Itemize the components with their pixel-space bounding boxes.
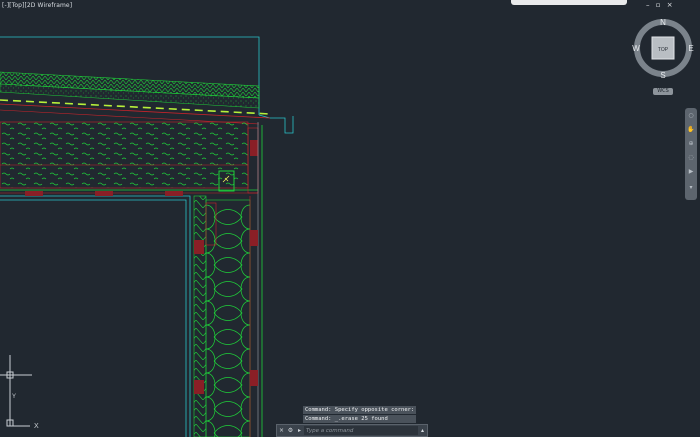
- orbit-icon[interactable]: ◌: [687, 154, 695, 162]
- insulation-bubble: [205, 228, 251, 254]
- roof-layers: [0, 71, 271, 125]
- wall-insulation: [193, 195, 258, 437]
- ucs-icon: Y X: [0, 355, 39, 430]
- insulation-bubble: [205, 300, 251, 326]
- insulation-bubble: [205, 348, 251, 374]
- ucs-x-label: X: [34, 423, 39, 430]
- compass-south[interactable]: S: [660, 71, 665, 80]
- wrench-icon[interactable]: ⚙: [286, 427, 295, 434]
- command-prompt-icon[interactable]: ▸: [295, 427, 304, 434]
- command-line[interactable]: × ⚙ ▸ ▴: [276, 424, 428, 437]
- wcs-menu[interactable]: WCS: [653, 88, 673, 95]
- command-history-toggle-icon[interactable]: ▴: [418, 427, 427, 434]
- steering-wheel-icon[interactable]: ○: [687, 112, 695, 120]
- insulation-bubble: [205, 420, 251, 437]
- insulation-bubble: [205, 204, 251, 230]
- pan-icon[interactable]: ✋: [687, 126, 695, 134]
- showmotion-icon[interactable]: ▶: [687, 168, 695, 176]
- close-icon[interactable]: ×: [277, 427, 286, 434]
- compass-east[interactable]: E: [688, 44, 693, 53]
- zoom-icon[interactable]: ⊕: [687, 140, 695, 148]
- command-history-line: Command: _.erase 25 found: [303, 415, 417, 423]
- viewcube[interactable]: TOP N S E W: [630, 15, 696, 81]
- insulation-bubble: [205, 252, 251, 278]
- command-input[interactable]: [304, 426, 418, 435]
- insulation-bubble: [205, 324, 251, 350]
- navigation-bar[interactable]: ○ ✋ ⊕ ◌ ▶ ▾: [685, 108, 697, 200]
- drawing-canvas[interactable]: [0, 0, 700, 437]
- compass-west[interactable]: W: [632, 44, 640, 53]
- navbar-menu-icon[interactable]: ▾: [687, 184, 695, 192]
- insulation-bubble: [205, 276, 251, 302]
- insulation-bubble: [205, 372, 251, 398]
- command-history: Command: Specify opposite corner: Comman…: [303, 406, 417, 424]
- command-history-line: Command: Specify opposite corner:: [303, 406, 417, 414]
- insulation-bubble: [205, 396, 251, 422]
- ucs-y-label: Y: [12, 394, 16, 400]
- viewcube-face-label: TOP: [658, 47, 669, 53]
- compass-north[interactable]: N: [660, 18, 666, 27]
